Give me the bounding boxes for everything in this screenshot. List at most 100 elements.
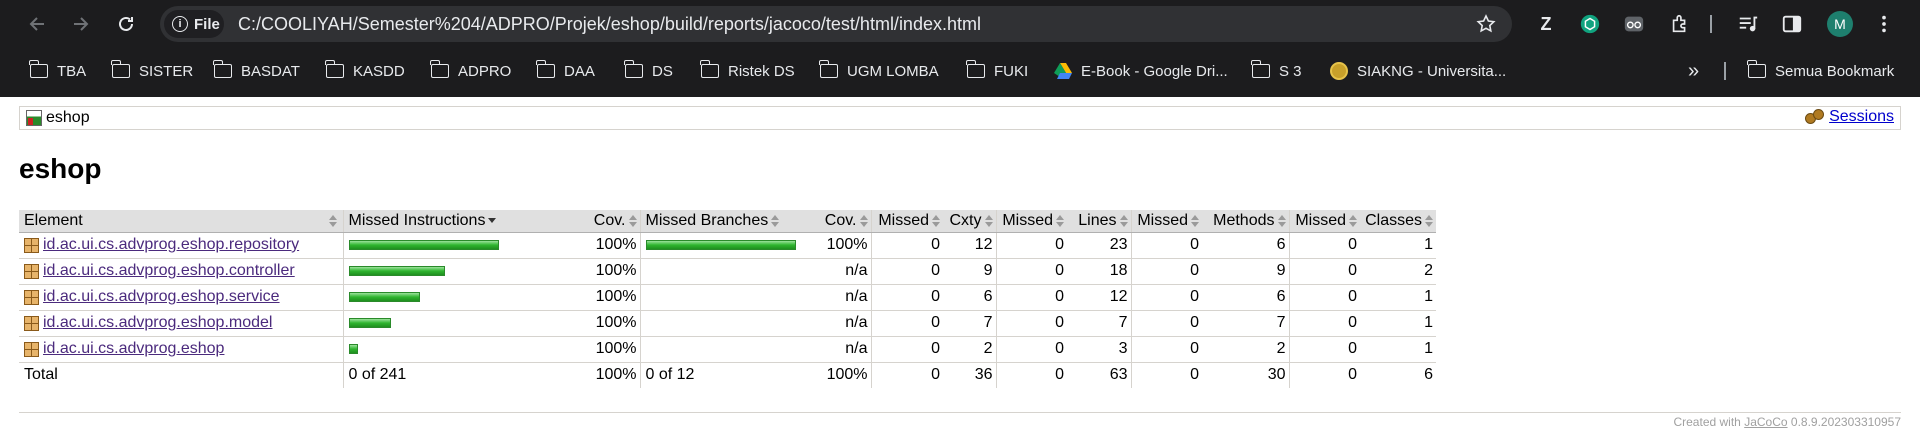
header-instr-cov[interactable]: Cov. xyxy=(574,210,640,233)
package-link[interactable]: id.ac.ui.cs.advprog.eshop.repository xyxy=(43,236,299,254)
header-branch-cov[interactable]: Cov. xyxy=(802,210,871,233)
missed-methods-cell: 0 xyxy=(1130,258,1202,285)
bookmark-folder[interactable]: DAA xyxy=(536,53,595,89)
total-methods: 30 xyxy=(1202,361,1289,388)
forward-button[interactable] xyxy=(64,8,96,40)
google-drive-icon xyxy=(1054,63,1072,79)
lines-cell: 3 xyxy=(1067,336,1131,363)
lines-cell: 23 xyxy=(1067,232,1131,259)
more-menu-icon[interactable] xyxy=(1872,12,1896,36)
package-cell: id.ac.ui.cs.advprog.eshop.model xyxy=(19,310,343,337)
jacoco-link[interactable]: JaCoCo xyxy=(1744,415,1787,429)
url-text[interactable]: C:/COOLIYAH/Semester%204/ADPRO/Projek/es… xyxy=(238,6,981,42)
media-control-icon[interactable] xyxy=(1736,12,1760,36)
lines-cell: 18 xyxy=(1067,258,1131,285)
header-missed-cxty[interactable]: Missed xyxy=(870,210,943,233)
header-methods[interactable]: Methods xyxy=(1202,210,1289,233)
missed-methods-cell: 0 xyxy=(1130,232,1202,259)
side-panel-icon[interactable] xyxy=(1780,12,1804,36)
table-row: id.ac.ui.cs.advprog.eshop 100% n/a 0 2 0 3 0 2 0 1 xyxy=(19,336,1436,363)
package-link[interactable]: id.ac.ui.cs.advprog.eshop.controller xyxy=(43,262,295,280)
bookmark-link[interactable]: SIAKNG - Universita... xyxy=(1330,53,1506,89)
package-link[interactable]: id.ac.ui.cs.advprog.eshop.model xyxy=(43,314,272,332)
package-cell: id.ac.ui.cs.advprog.eshop.controller xyxy=(19,258,343,285)
bookmark-link[interactable]: E-Book - Google Dri... xyxy=(1054,53,1228,89)
missed-classes-cell: 0 xyxy=(1288,284,1360,311)
bookmark-folder[interactable]: ADPRO xyxy=(430,53,511,89)
bookmark-folder[interactable]: TBA xyxy=(29,53,87,89)
header-missed-lines[interactable]: Missed xyxy=(995,210,1067,233)
bookmark-star-icon[interactable] xyxy=(1476,14,1496,34)
missed-methods-cell: 0 xyxy=(1130,336,1202,363)
extensions-puzzle-icon[interactable] xyxy=(1668,12,1692,36)
folder-icon xyxy=(700,60,719,78)
sessions-link[interactable]: Sessions xyxy=(1829,108,1894,126)
folder-icon xyxy=(819,60,838,78)
footer-version: 0.8.9.202303310957 xyxy=(1790,415,1901,429)
header-missed-instructions[interactable]: Missed Instructions xyxy=(342,210,574,233)
header-lines[interactable]: Lines xyxy=(1067,210,1131,233)
total-label: Total xyxy=(19,361,343,388)
profile-avatar[interactable]: M xyxy=(1827,11,1853,37)
bookmark-folder[interactable]: DS xyxy=(624,53,673,89)
header-cxty[interactable]: Cxty xyxy=(943,210,996,233)
methods-cell: 7 xyxy=(1202,310,1289,337)
header-missed-classes[interactable]: Missed xyxy=(1288,210,1360,233)
bookmark-folder[interactable]: KASDD xyxy=(325,53,405,89)
arrow-left-icon xyxy=(29,17,44,31)
header-classes[interactable]: Classes xyxy=(1360,210,1436,233)
header-missed-branches[interactable]: Missed Branches xyxy=(639,210,802,233)
bookmark-folder[interactable]: Ristek DS xyxy=(700,53,795,89)
branches-bar-cell xyxy=(639,258,802,285)
instr-cov-cell: 100% xyxy=(574,336,640,363)
bookmark-folder[interactable]: S 3 xyxy=(1251,53,1302,89)
chatgpt-extension-icon[interactable] xyxy=(1578,12,1602,36)
missed-cxty-cell: 0 xyxy=(870,258,943,285)
folder-icon xyxy=(111,60,130,78)
coverage-bar xyxy=(348,291,420,302)
total-branch-cov: 100% xyxy=(802,361,871,388)
reader-extension-icon[interactable] xyxy=(1622,12,1646,36)
bookmark-folder[interactable]: BASDAT xyxy=(213,53,300,89)
instr-cov-cell: 100% xyxy=(574,232,640,259)
arrow-right-icon xyxy=(74,17,89,31)
folder-icon xyxy=(966,60,985,78)
address-bar[interactable]: i File C:/COOLIYAH/Semester%204/ADPRO/Pr… xyxy=(160,6,1512,42)
bookmarks-bar: TBA SISTER BASDAT KASDD ADPRO DAA DS Ris… xyxy=(0,53,1920,89)
bookmarks-overflow-button[interactable]: » xyxy=(1688,53,1699,89)
back-button[interactable] xyxy=(22,8,54,40)
bookmark-label: TBA xyxy=(57,62,87,80)
toolbar-separator xyxy=(1710,15,1712,33)
sessions: Sessions xyxy=(1805,108,1894,126)
sort-icon xyxy=(932,214,940,227)
coverage-table: Element Missed Instructions Cov. Missed … xyxy=(19,210,1436,388)
folder-icon xyxy=(325,60,344,78)
reload-button[interactable] xyxy=(110,8,142,40)
package-link[interactable]: id.ac.ui.cs.advprog.eshop.service xyxy=(43,288,280,306)
table-row: id.ac.ui.cs.advprog.eshop.repository 100%… xyxy=(19,232,1436,259)
bookmark-folder[interactable]: UGM LOMBA xyxy=(819,53,939,89)
header-element[interactable]: Element xyxy=(19,210,343,233)
sessions-icon xyxy=(1805,109,1825,125)
bookmark-folder[interactable]: SISTER xyxy=(111,53,193,89)
total-missed-cxty: 0 xyxy=(870,361,943,388)
coverage-bar xyxy=(348,317,391,328)
bookmark-label: Ristek DS xyxy=(728,62,795,80)
sort-icon xyxy=(328,215,337,227)
site-info-chip[interactable]: i File xyxy=(164,10,224,38)
branches-bar-cell xyxy=(639,310,802,337)
header-missed-methods[interactable]: Missed xyxy=(1130,210,1202,233)
package-icon xyxy=(24,289,39,305)
methods-cell: 6 xyxy=(1202,232,1289,259)
table-header-row: Element Missed Instructions Cov. Missed … xyxy=(19,210,1436,233)
table-row: id.ac.ui.cs.advprog.eshop.service 100% n/a… xyxy=(19,284,1436,311)
bookmark-label: SIAKNG - Universita... xyxy=(1357,62,1507,80)
all-bookmarks-folder[interactable]: Semua Bookmark xyxy=(1747,53,1894,89)
package-link[interactable]: id.ac.ui.cs.advprog.eshop xyxy=(43,340,224,358)
zotero-extension-icon[interactable]: Z xyxy=(1534,12,1558,36)
missed-classes-cell: 0 xyxy=(1288,310,1360,337)
lines-cell: 7 xyxy=(1067,310,1131,337)
bookmark-folder[interactable]: FUKI xyxy=(966,53,1028,89)
cxty-cell: 2 xyxy=(943,336,996,363)
reload-icon xyxy=(119,16,133,31)
